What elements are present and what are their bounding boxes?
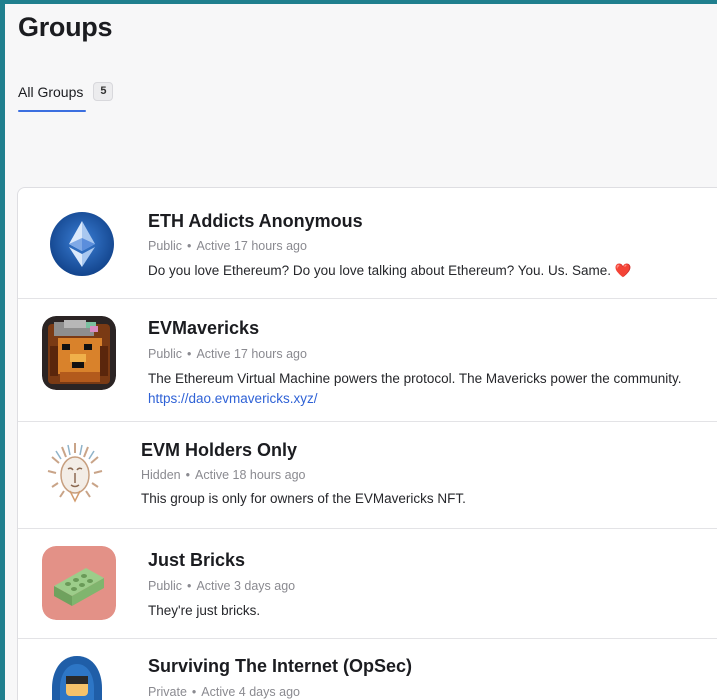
group-visibility: Private [148, 685, 187, 699]
group-tabs: All Groups 5 [18, 82, 114, 116]
tab-label: All Groups [18, 83, 84, 100]
active-tab-indicator [18, 110, 86, 112]
group-description: The Ethereum Virtual Machine powers the … [148, 371, 682, 386]
ethereum-logo-icon[interactable] [47, 209, 117, 279]
group-meta: Public • Active 17 hours ago [148, 347, 307, 361]
brick-avatar-icon[interactable] [42, 546, 116, 620]
pixel-lion-avatar-icon[interactable] [42, 316, 116, 390]
group-last-active: Active 18 hours ago [195, 468, 306, 482]
tab-count-badge: 5 [93, 82, 114, 101]
hooded-figure-avatar-icon[interactable] [44, 654, 110, 700]
group-meta: Hidden • Active 18 hours ago [141, 468, 306, 482]
group-visibility: Hidden [141, 468, 181, 482]
group-last-active: Active 4 days ago [201, 685, 300, 699]
group-website-link[interactable]: https://dao.evmavericks.xyz/ [148, 391, 318, 406]
group-last-active: Active 17 hours ago [196, 347, 307, 361]
group-description: This group is only for owners of the EVM… [141, 491, 466, 506]
group-row-evmavericks[interactable]: EVMavericks Public • Active 17 hours ago T… [18, 298, 717, 422]
group-meta: Public • Active 3 days ago [148, 579, 295, 593]
groups-page: Groups All Groups 5 ETH Addicts Anonymou… [5, 4, 717, 700]
group-name[interactable]: Just Bricks [148, 550, 245, 571]
group-row-evm-holders-only[interactable]: EVM Holders Only Hidden • Active 18 hours … [18, 421, 717, 529]
meta-separator: • [187, 347, 192, 361]
group-last-active: Active 17 hours ago [196, 239, 307, 253]
group-visibility: Public [148, 347, 183, 361]
group-visibility: Public [148, 579, 183, 593]
meta-separator: • [187, 579, 192, 593]
lion-head-avatar-icon[interactable] [44, 439, 106, 505]
page-title: Groups [18, 12, 113, 42]
group-name[interactable]: ETH Addicts Anonymous [148, 211, 363, 232]
group-description: Do you love Ethereum? Do you love talkin… [148, 263, 632, 278]
group-row-just-bricks[interactable]: Just Bricks Public • Active 3 days ago The… [18, 528, 717, 639]
groups-list: ETH Addicts Anonymous Public • Active 17 h… [17, 187, 717, 700]
meta-separator: • [187, 239, 192, 253]
group-meta: Private • Active 4 days ago [148, 685, 300, 699]
group-description: They're just bricks. [148, 603, 261, 618]
meta-separator: • [191, 685, 197, 699]
group-meta: Public • Active 17 hours ago [148, 239, 307, 253]
group-name[interactable]: EVM Holders Only [141, 440, 297, 461]
group-visibility: Public [148, 239, 183, 253]
group-row-surviving-the-internet[interactable]: Surviving The Internet (OpSec) Private • A… [18, 638, 717, 700]
group-name[interactable]: EVMavericks [148, 318, 259, 339]
group-last-active: Active 3 days ago [196, 579, 296, 593]
meta-separator: • [185, 468, 191, 482]
tab-all-groups[interactable]: All Groups 5 [18, 82, 114, 101]
group-name[interactable]: Surviving The Internet (OpSec) [148, 656, 412, 677]
group-row-eth-addicts-anonymous[interactable]: ETH Addicts Anonymous Public • Active 17 h… [18, 188, 717, 299]
